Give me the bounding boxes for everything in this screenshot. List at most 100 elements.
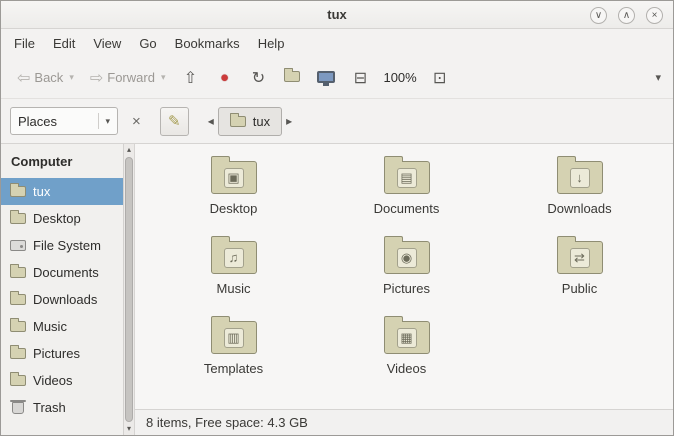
sidebar-list-panel: Computer tux Desktop File System — [1, 144, 123, 435]
close-button[interactable]: × — [646, 7, 663, 24]
file-item-label: Public — [562, 281, 597, 296]
sidebar-item-pictures[interactable]: Pictures — [1, 340, 123, 367]
sidebar-header: Computer — [1, 144, 123, 178]
places-sidebar: Computer tux Desktop File System — [1, 144, 135, 435]
computer-icon — [317, 71, 335, 83]
icon-view-button[interactable]: ⊟ — [345, 64, 375, 92]
file-item-music[interactable]: ♫ Music — [159, 232, 309, 312]
file-item-label: Music — [217, 281, 251, 296]
sidebar-item-tux[interactable]: tux — [1, 178, 123, 205]
close-icon: × — [132, 113, 141, 130]
scroll-down-icon[interactable]: ▾ — [124, 423, 134, 435]
template-emblem-icon: ▥ — [224, 328, 244, 348]
share-emblem-icon: ⇄ — [570, 248, 590, 268]
folder-icon: ▤ — [384, 161, 430, 194]
menu-help[interactable]: Help — [249, 31, 294, 56]
sidebar-item-label: tux — [33, 184, 50, 199]
breadcrumb-back-button[interactable]: ◂ — [204, 110, 218, 132]
back-button[interactable]: ⇦ Back ▾ — [11, 63, 80, 93]
sidebar-item-label: Videos — [33, 373, 73, 388]
sidebar-scrollbar[interactable]: ▴ ▾ — [123, 144, 134, 435]
triangle-right-icon: ▸ — [286, 114, 292, 128]
sidebar-item-documents[interactable]: Documents — [1, 259, 123, 286]
sidebar-item-label: Downloads — [33, 292, 97, 307]
minimize-button[interactable]: ∨ — [590, 7, 607, 24]
file-item-downloads[interactable]: ↓ Downloads — [505, 152, 655, 232]
home-button[interactable] — [277, 65, 307, 91]
file-item-documents[interactable]: ▤ Documents — [332, 152, 482, 232]
folder-icon: ◉ — [384, 241, 430, 274]
sidebar-list: tux Desktop File System Documents — [1, 178, 123, 421]
folder-icon: ▣ — [211, 161, 257, 194]
home-folder-icon — [10, 186, 26, 197]
combo-separator — [98, 113, 99, 129]
sidebar-close-button[interactable]: × — [127, 110, 146, 133]
file-item-label: Downloads — [547, 201, 611, 216]
titlebar: tux ∨ ∧ × — [1, 1, 673, 29]
minimize-icon: ∨ — [595, 10, 602, 21]
sidebar-item-label: Pictures — [33, 346, 80, 361]
zoom-button[interactable]: ⊡ — [425, 64, 455, 92]
stop-record-icon: ● — [220, 69, 229, 86]
forward-arrow-icon: ⇨ — [90, 68, 103, 88]
back-history-chevron-icon[interactable]: ▾ — [69, 72, 74, 83]
menu-file[interactable]: File — [5, 31, 44, 56]
sidebar-item-label: Desktop — [33, 211, 81, 226]
folder-icon — [10, 213, 26, 224]
zoom-level: 100% — [379, 70, 420, 85]
folder-icon — [10, 348, 26, 359]
breadcrumb-forward-button[interactable]: ▸ — [282, 110, 296, 132]
folder-icon: ♫ — [211, 241, 257, 274]
sidebar-item-music[interactable]: Music — [1, 313, 123, 340]
file-item-desktop[interactable]: ▣ Desktop — [159, 152, 309, 232]
file-item-label: Pictures — [383, 281, 430, 296]
file-item-public[interactable]: ⇄ Public — [505, 232, 655, 312]
home-folder-icon — [284, 71, 300, 82]
file-item-templates[interactable]: ▥ Templates — [159, 312, 309, 392]
up-button[interactable]: ⇧ — [175, 64, 205, 92]
home-folder-icon — [230, 116, 246, 127]
menu-edit[interactable]: Edit — [44, 31, 84, 56]
stop-button[interactable]: ● — [209, 65, 239, 90]
reload-button[interactable]: ↻ — [243, 64, 273, 92]
breadcrumb-folder-label: tux — [253, 114, 270, 129]
maximize-button[interactable]: ∧ — [618, 7, 635, 24]
download-emblem-icon: ↓ — [570, 168, 590, 188]
back-label: Back — [34, 70, 63, 85]
folder-icon: ⇄ — [557, 241, 603, 274]
sidebar-item-desktop[interactable]: Desktop — [1, 205, 123, 232]
edit-location-button[interactable]: ✎ — [160, 107, 189, 136]
menu-bookmarks[interactable]: Bookmarks — [166, 31, 249, 56]
music-note-emblem-icon: ♫ — [224, 248, 244, 268]
forward-history-chevron-icon[interactable]: ▾ — [161, 72, 166, 83]
menu-view[interactable]: View — [84, 31, 130, 56]
menu-go[interactable]: Go — [130, 31, 165, 56]
file-manager-window: tux ∨ ∧ × File Edit View Go Bookmarks He… — [0, 0, 674, 436]
folder-icon: ↓ — [557, 161, 603, 194]
icon-grid: ▣ Desktop ▤ Documents ↓ Downloads — [135, 144, 673, 392]
sidebar-mode-label: Places — [18, 114, 92, 129]
sidebar-item-file-system[interactable]: File System — [1, 232, 123, 259]
sidebar-item-downloads[interactable]: Downloads — [1, 286, 123, 313]
forward-button[interactable]: ⇨ Forward ▾ — [84, 63, 172, 93]
folder-icon — [10, 375, 26, 386]
computer-button[interactable] — [311, 65, 341, 91]
icon-view-icon: ⊟ — [354, 70, 367, 87]
desktop-emblem-icon: ▣ — [224, 168, 244, 188]
toolbar-overflow-button[interactable]: ▾ — [653, 71, 663, 84]
folder-icon — [10, 267, 26, 278]
camera-emblem-icon: ◉ — [397, 248, 417, 268]
file-item-videos[interactable]: ▦ Videos — [332, 312, 482, 392]
sidebar-item-label: File System — [33, 238, 101, 253]
sidebar-mode-select[interactable]: Places ▾ — [10, 107, 118, 135]
file-item-pictures[interactable]: ◉ Pictures — [332, 232, 482, 312]
sidebar-item-label: Documents — [33, 265, 99, 280]
breadcrumb-current-folder[interactable]: tux — [218, 107, 282, 136]
back-arrow-icon: ⇦ — [17, 68, 30, 88]
toolbar: ⇦ Back ▾ ⇨ Forward ▾ ⇧ ● ↻ ⊟ 100% ⊡ ▾ — [1, 57, 673, 99]
sidebar-item-videos[interactable]: Videos — [1, 367, 123, 394]
file-item-label: Videos — [387, 361, 427, 376]
scrollbar-thumb[interactable] — [125, 157, 133, 422]
sidebar-item-trash[interactable]: Trash — [1, 394, 123, 421]
scroll-up-icon[interactable]: ▴ — [124, 144, 134, 156]
